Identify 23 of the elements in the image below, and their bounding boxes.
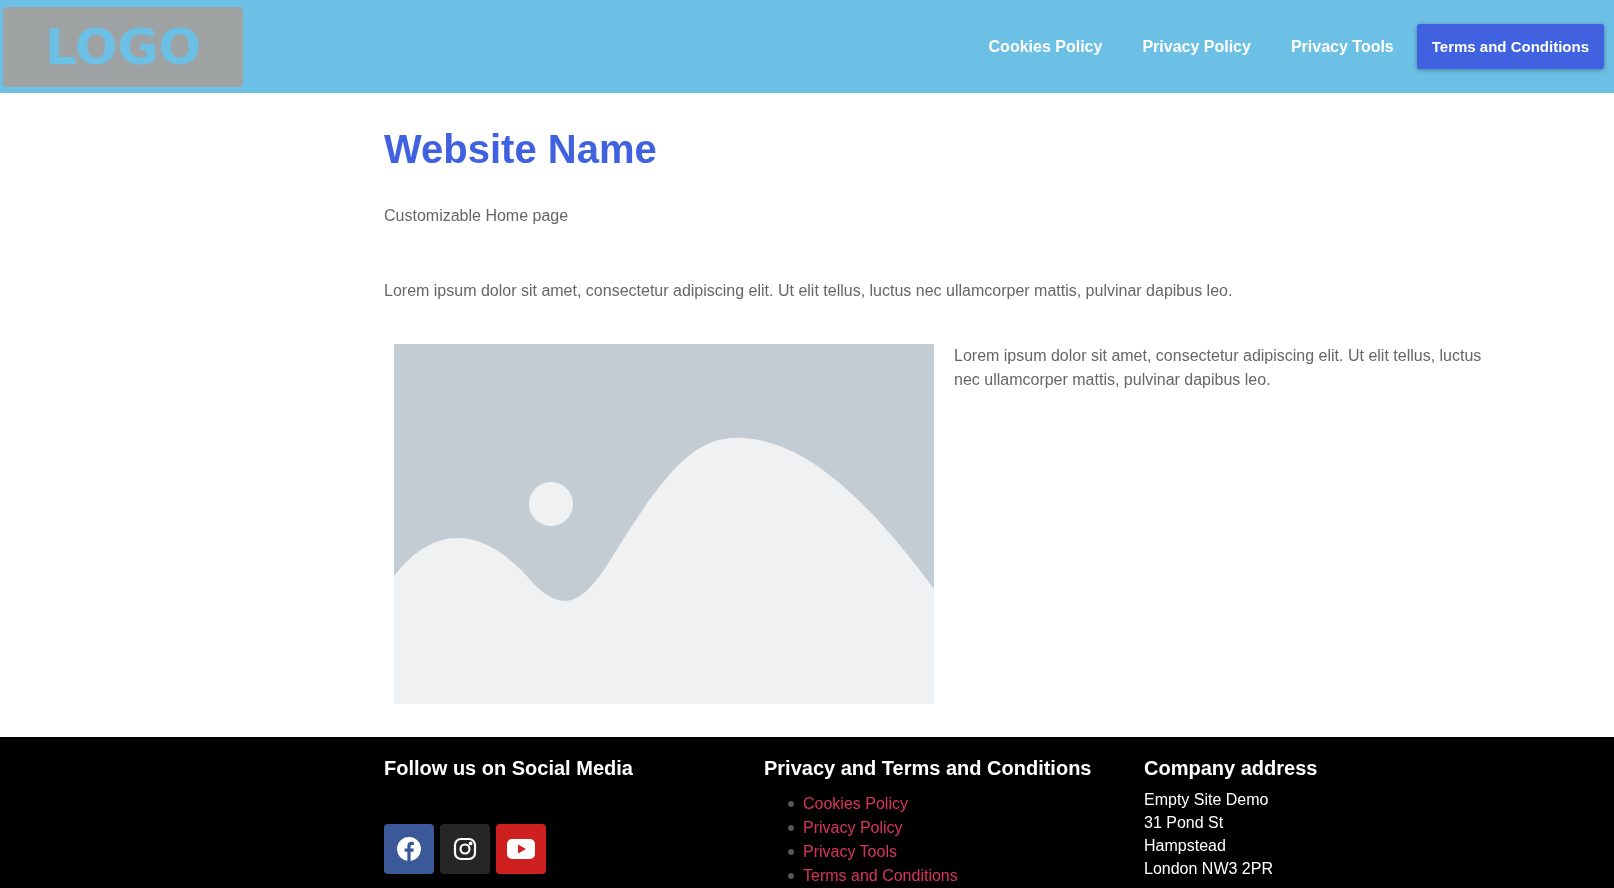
footer-link[interactable]: Terms and Conditions (803, 867, 958, 885)
bullet-icon (788, 801, 794, 807)
body-paragraph: Lorem ipsum dolor sit amet, consectetur adipiscing elit. Ut elit tellus, luctus nec ullamcorper mattis, pulvinar dapibus leo. (954, 346, 1483, 390)
footer-heading: Company address (1144, 757, 1319, 780)
footer-heading: Follow us on Social Media (384, 757, 634, 780)
footer-link[interactable]: Privacy Policy (803, 819, 903, 837)
bullet-icon (788, 825, 794, 831)
address-line: Hampstead (1144, 836, 1226, 856)
intro-paragraph: Lorem ipsum dolor sit amet, consectetur adipiscing elit. Ut elit tellus, luctus nec ullamcorper mattis, pulvinar dapibus leo. (384, 282, 1234, 300)
subtitle: Customizable Home page (384, 207, 570, 225)
bullet-icon (788, 873, 794, 879)
youtube-icon[interactable] (496, 824, 546, 874)
address-line: 31 Pond St (1144, 813, 1224, 833)
facebook-icon[interactable] (384, 824, 434, 874)
address-line: London NW3 2PR (1144, 859, 1273, 879)
nav-link[interactable]: Terms and Conditions (1416, 24, 1604, 69)
footer-link[interactable]: Privacy Tools (803, 843, 897, 861)
footer-link[interactable]: Cookies Policy (803, 795, 908, 813)
address-line: Empty Site Demo (1144, 790, 1269, 810)
instagram-icon[interactable] (440, 824, 490, 874)
bullet-icon (788, 849, 794, 855)
site-title: Website Name (384, 127, 658, 172)
footer-heading: Privacy and Terms and Conditions (764, 757, 1093, 780)
